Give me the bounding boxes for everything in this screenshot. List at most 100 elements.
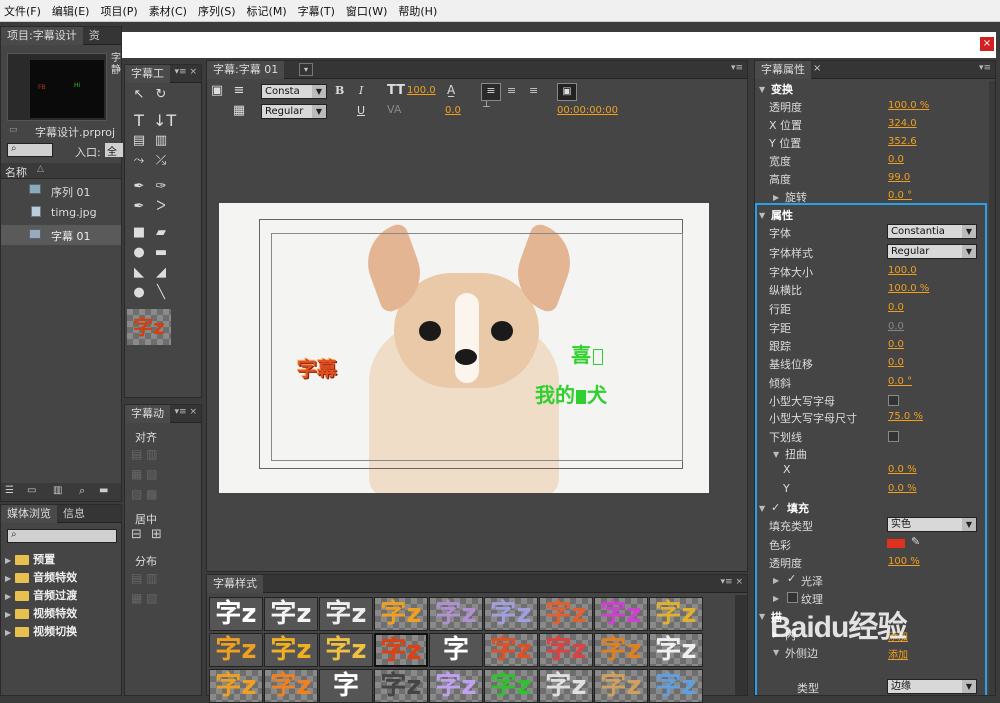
- menu-help[interactable]: 帮助(H): [398, 3, 437, 19]
- menu-title[interactable]: 字幕(T): [298, 3, 335, 19]
- style-swatch[interactable]: 字z: [594, 633, 648, 667]
- style-swatch[interactable]: 字z: [594, 669, 648, 703]
- underline-checkbox[interactable]: [888, 431, 899, 442]
- prop-value[interactable]: 0.0: [888, 339, 904, 350]
- style-swatch[interactable]: 字z: [209, 669, 263, 703]
- section-transform[interactable]: 变换: [771, 81, 793, 97]
- rectangle-tool-icon[interactable]: ■: [131, 225, 147, 241]
- tab-info[interactable]: 信息: [57, 505, 91, 523]
- line-tool-icon[interactable]: ╲: [153, 285, 169, 301]
- clipped-rectangle-tool-icon[interactable]: ▰: [153, 225, 169, 241]
- tab-project-2[interactable]: 资: [83, 27, 106, 45]
- selection-tool-icon[interactable]: ↖: [131, 87, 147, 103]
- prop-value[interactable]: 0.0: [888, 154, 904, 165]
- style-swatch[interactable]: 字z: [649, 633, 703, 667]
- style-swatch[interactable]: 字: [429, 633, 483, 667]
- title-text-left[interactable]: 字幕: [297, 353, 337, 382]
- tab-project[interactable]: 项目:字幕设计: [1, 26, 83, 45]
- path-type-tool-icon[interactable]: ⤳: [131, 153, 147, 169]
- italic-button[interactable]: I: [359, 84, 363, 97]
- bold-button[interactable]: B: [335, 84, 344, 97]
- menu-sequence[interactable]: 序列(S): [198, 3, 236, 19]
- style-swatch[interactable]: 字z: [539, 633, 593, 667]
- ellipse-tool-icon[interactable]: ●: [131, 285, 147, 301]
- close-icon[interactable]: ×: [980, 37, 994, 51]
- tab-media-browser[interactable]: 媒体浏览: [1, 504, 57, 523]
- style-swatch[interactable]: 字z: [649, 669, 703, 703]
- style-swatch[interactable]: 字z: [319, 597, 373, 631]
- tab-title-tools[interactable]: 字幕工: [125, 64, 170, 83]
- font-style-select[interactable]: Regular ▼: [261, 104, 327, 119]
- properties-scrollbar[interactable]: [989, 81, 995, 695]
- prop-value[interactable]: 0.0 %: [888, 464, 917, 475]
- tab-title-properties[interactable]: 字幕属性: [755, 61, 811, 79]
- texture-checkbox[interactable]: [787, 592, 798, 603]
- style-swatch[interactable]: 字z: [374, 597, 428, 631]
- rounded-rectangle-tool-icon[interactable]: ●: [131, 245, 147, 261]
- distribute-icon[interactable]: ▦ ▧: [131, 591, 158, 605]
- align-center-text-button[interactable]: ≡: [507, 84, 516, 97]
- title-canvas[interactable]: 字幕 喜 我的犬: [219, 203, 709, 493]
- section-attributes[interactable]: 属性: [771, 207, 793, 223]
- tab-title-actions[interactable]: 字幕动: [125, 404, 170, 423]
- prop-value[interactable]: 100.0 %: [888, 100, 929, 111]
- prop-value[interactable]: 99.0: [888, 172, 910, 183]
- gloss-checkbox[interactable]: ✓: [787, 572, 796, 585]
- style-swatch[interactable]: 字z: [264, 669, 318, 703]
- new-title-icon[interactable]: ▣: [209, 83, 225, 99]
- prop-value[interactable]: 0.0 %: [888, 483, 917, 494]
- style-swatch[interactable]: 字z: [209, 633, 263, 667]
- arc-tool-icon[interactable]: ◢: [153, 265, 169, 281]
- prop-label[interactable]: 扭曲: [785, 446, 807, 462]
- project-item-sequence[interactable]: 序列 01: [1, 181, 121, 201]
- new-bin-icon[interactable]: ▬: [99, 485, 108, 496]
- wedge-tool-icon[interactable]: ◣: [131, 265, 147, 281]
- type-tool-icon[interactable]: T: [131, 113, 147, 129]
- underline-button[interactable]: U: [357, 104, 365, 117]
- project-item-title[interactable]: 字幕 01: [1, 225, 121, 245]
- search-input[interactable]: ⌕: [7, 143, 53, 157]
- style-swatch[interactable]: 字z: [429, 669, 483, 703]
- panel-menu-icon[interactable]: ▾≡ ×: [175, 67, 197, 77]
- convert-anchor-tool-icon[interactable]: ᐳ: [153, 199, 169, 215]
- font-family-select[interactable]: Consta ▼: [261, 84, 327, 99]
- prop-value[interactable]: 75.0 %: [888, 411, 923, 422]
- style-swatch[interactable]: 字z: [429, 597, 483, 631]
- prop-value[interactable]: 100.0 %: [888, 283, 929, 294]
- roll-crawl-icon[interactable]: ≡: [231, 83, 247, 99]
- menu-file[interactable]: 文件(F): [4, 3, 41, 19]
- pen-tool-icon[interactable]: ✒: [131, 179, 147, 195]
- style-swatch[interactable]: 字z: [594, 597, 648, 631]
- kerning-value[interactable]: 0.0: [445, 105, 461, 116]
- fill-checkbox[interactable]: ✓: [771, 501, 780, 514]
- add-outer-stroke-link[interactable]: 添加: [888, 646, 908, 661]
- style-swatch[interactable]: 字z: [374, 633, 428, 667]
- entry-select[interactable]: 全: [105, 143, 123, 158]
- menu-project[interactable]: 项目(P): [100, 3, 137, 19]
- style-swatch[interactable]: 字z: [649, 597, 703, 631]
- list-view-icon[interactable]: ☰: [5, 485, 14, 496]
- align-right-text-button[interactable]: ≡: [529, 84, 538, 97]
- prop-value[interactable]: 324.0: [888, 118, 917, 129]
- style-swatch[interactable]: 字z: [264, 597, 318, 631]
- vertical-path-type-tool-icon[interactable]: ⤰: [153, 153, 169, 169]
- effects-item-video-effects[interactable]: ▶ 视频特效: [5, 605, 77, 621]
- project-item-image[interactable]: timg.jpg: [1, 203, 121, 223]
- align-center-icon[interactable]: ▦ ▧: [131, 467, 158, 481]
- name-column-header[interactable]: 名称 △: [1, 163, 121, 179]
- align-left-icon[interactable]: ▤ ▥: [131, 447, 158, 461]
- font-select[interactable]: Constantia ▼: [887, 224, 977, 239]
- prop-value[interactable]: 0.0: [888, 357, 904, 368]
- effects-item-presets[interactable]: ▶ 预置: [5, 551, 55, 567]
- color-swatch[interactable]: [887, 539, 905, 548]
- styles-scrollbar[interactable]: [735, 595, 747, 695]
- title-menu-dropdown[interactable]: ▾: [299, 63, 313, 76]
- align-left-text-button[interactable]: ≡: [481, 83, 501, 101]
- align-bottom-icon[interactable]: ▨ ▩: [131, 487, 158, 501]
- vertical-type-tool-icon[interactable]: ↓T: [153, 113, 176, 129]
- title-text-right-1[interactable]: 喜: [571, 339, 603, 368]
- prop-value[interactable]: 352.6: [888, 136, 917, 147]
- center-vertical-icon[interactable]: ⊞: [151, 527, 162, 542]
- rotation-tool-icon[interactable]: ↻: [153, 87, 169, 103]
- add-inner-stroke-link[interactable]: 添加: [888, 628, 908, 643]
